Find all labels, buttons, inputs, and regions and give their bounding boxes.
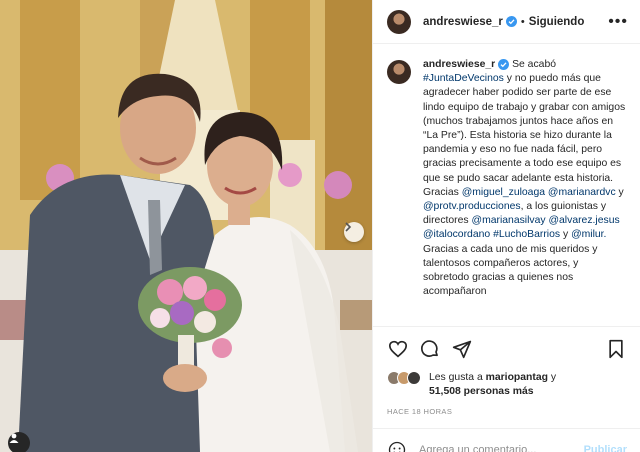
caption-username[interactable]: andreswiese_r xyxy=(423,59,495,70)
mention-link[interactable]: @alvarez.jesus xyxy=(548,215,619,226)
author-avatar[interactable] xyxy=(387,9,411,34)
liker-avatars[interactable] xyxy=(387,371,423,387)
likes-count[interactable]: 51,508 personas más xyxy=(429,386,534,397)
caption-segment: Gracias a cada uno de mis queridos y tal… xyxy=(423,243,598,298)
likes-summary: Les gusta a mariopantag y 51,508 personas… xyxy=(387,371,627,399)
user-tag-icon xyxy=(9,433,19,443)
post-timestamp[interactable]: HACE 18 HORAS xyxy=(387,407,627,416)
action-icons-row xyxy=(387,337,627,361)
comment-input[interactable]: Agrega un comentario... xyxy=(419,444,536,452)
comment-bar: Agrega un comentario... Publicar xyxy=(373,428,640,452)
bookmark-icon[interactable] xyxy=(605,338,627,360)
tagged-users-button[interactable] xyxy=(8,432,30,452)
caption-segment: y no puedo más que agradecer haber podid… xyxy=(423,73,626,198)
hashtag-link[interactable]: #LuchoBarrios xyxy=(493,229,560,240)
post-actions: Les gusta a mariopantag y 51,508 personas… xyxy=(373,326,640,416)
post-side-panel: andreswiese_r • Siguiendo ••• andreswies… xyxy=(372,0,640,452)
publish-button[interactable]: Publicar xyxy=(584,444,627,452)
verified-icon xyxy=(498,59,510,70)
caption-segment: y xyxy=(615,186,624,198)
post-photo[interactable] xyxy=(0,0,372,452)
mention-link[interactable]: @protv.producciones xyxy=(423,201,521,212)
likes-connector: y xyxy=(547,372,557,383)
mention-link[interactable]: @miguel_zuloaga xyxy=(462,187,545,198)
wedding-photo-illustration xyxy=(0,0,372,452)
header-separator: • xyxy=(520,15,525,28)
chevron-right-icon xyxy=(345,222,352,232)
verified-icon xyxy=(505,16,517,27)
caption-segment: Se acabó xyxy=(509,59,556,70)
liker-username[interactable]: mariopantag xyxy=(486,372,548,383)
mention-link[interactable]: @milur. xyxy=(571,229,606,240)
mention-link[interactable]: @marianardvc xyxy=(548,187,616,198)
hashtag-link[interactable]: #JuntaDeVecinos xyxy=(423,73,504,84)
heart-icon[interactable] xyxy=(387,338,409,360)
comment-icon[interactable] xyxy=(419,338,441,360)
next-photo-button[interactable] xyxy=(344,222,364,242)
emoji-icon[interactable] xyxy=(387,440,407,452)
post-header: andreswiese_r • Siguiendo ••• xyxy=(373,0,640,44)
following-button[interactable]: Siguiendo xyxy=(529,16,585,28)
caption-author-avatar[interactable] xyxy=(387,60,411,84)
mention-link[interactable]: @italocordano xyxy=(423,229,490,240)
likes-text: Les gusta a mariopantag y 51,508 personas… xyxy=(429,371,556,399)
post-caption: andreswiese_r Se acabó #JuntaDeVecinos y… xyxy=(373,44,640,326)
share-icon[interactable] xyxy=(451,338,473,360)
mention-link[interactable]: @marianasilvay xyxy=(472,215,546,226)
caption-segment: y xyxy=(560,229,572,241)
author-username[interactable]: andreswiese_r xyxy=(423,16,503,28)
more-options-button[interactable]: ••• xyxy=(608,13,628,30)
likes-prefix: Les gusta a xyxy=(429,372,486,383)
caption-text: andreswiese_r Se acabó #JuntaDeVecinos y… xyxy=(423,58,626,326)
